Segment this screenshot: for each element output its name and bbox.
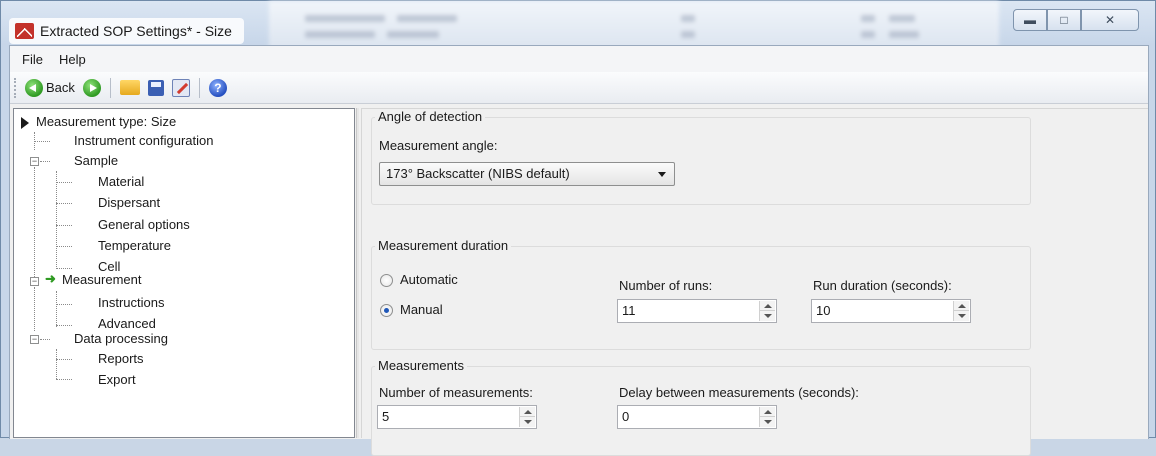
manual-radio[interactable] — [380, 304, 393, 317]
title-area: Extracted SOP Settings* - Size — [9, 18, 244, 44]
measurements-group: Measurements Number of measurements: 5 D… — [371, 358, 1031, 456]
menu-file[interactable]: File — [14, 52, 51, 67]
settings-panel: Angle of detection Measurement angle: 17… — [361, 108, 1148, 456]
current-item-pointer-icon — [21, 117, 29, 129]
close-icon: ✕ — [1104, 13, 1116, 27]
collapse-icon[interactable]: − — [30, 157, 39, 166]
tree-item-dispersant[interactable]: Dispersant — [98, 193, 160, 213]
manual-label[interactable]: Manual — [400, 302, 443, 317]
tree-item-instructions[interactable]: Instructions — [98, 293, 164, 313]
collapse-icon[interactable]: − — [30, 335, 39, 344]
group-title: Angle of detection — [375, 109, 486, 124]
title-bar: Extracted SOP Settings* - Size ▬ □ ✕ — [1, 1, 1155, 45]
measurement-angle-label: Measurement angle: — [379, 138, 498, 153]
edit-icon — [171, 78, 190, 97]
save-icon — [147, 79, 164, 96]
spinner-arrows-icon[interactable] — [759, 301, 775, 321]
measurement-duration-group: Measurement duration Automatic Manual Nu… — [371, 238, 1031, 350]
tree-item-material[interactable]: Material — [98, 172, 144, 192]
spinner-arrows-icon[interactable] — [759, 407, 775, 427]
angle-of-detection-group: Angle of detection Measurement angle: 17… — [371, 109, 1031, 205]
minimize-icon: ▬ — [1024, 13, 1036, 27]
delay-between-measurements-value: 0 — [622, 409, 630, 424]
settings-tree[interactable]: Measurement type: Size Instrument config… — [13, 108, 355, 438]
group-title: Measurements — [375, 358, 467, 373]
app-logo-icon — [15, 23, 34, 39]
spinner-arrows-icon[interactable] — [519, 407, 535, 427]
main-area: Measurement type: Size Instrument config… — [10, 105, 1148, 456]
window-controls: ▬ □ ✕ — [1013, 9, 1139, 31]
forward-arrow-icon — [82, 78, 101, 97]
help-icon: ? — [208, 78, 227, 97]
menu-help[interactable]: Help — [51, 52, 94, 67]
forward-button[interactable] — [81, 76, 103, 100]
spinner-arrows-icon[interactable] — [953, 301, 969, 321]
back-arrow-icon — [25, 78, 43, 97]
help-button[interactable]: ? — [207, 76, 229, 100]
close-button[interactable]: ✕ — [1081, 9, 1139, 31]
pane-splitter[interactable] — [356, 108, 359, 438]
measurement-angle-value: 173° Backscatter (NIBS default) — [386, 166, 570, 181]
open-button[interactable] — [118, 76, 142, 100]
delay-between-measurements-input[interactable]: 0 — [617, 405, 777, 429]
tree-item-reports[interactable]: Reports — [98, 349, 144, 369]
edit-button[interactable] — [170, 76, 192, 100]
toolbar-grip[interactable] — [14, 77, 17, 98]
delay-between-measurements-label: Delay between measurements (seconds): — [619, 385, 859, 400]
run-duration-input[interactable]: 10 — [811, 299, 971, 323]
window-title: Extracted SOP Settings* - Size — [40, 23, 232, 39]
tree-item-general-options[interactable]: General options — [98, 215, 190, 235]
tree-item-measurement-type[interactable]: Measurement type: Size — [36, 112, 176, 132]
number-of-runs-label: Number of runs: — [619, 278, 713, 293]
number-of-measurements-label: Number of measurements: — [379, 385, 533, 400]
collapse-icon[interactable]: − — [30, 277, 39, 286]
number-of-runs-value: 11 — [622, 303, 636, 318]
back-button[interactable]: Back — [23, 76, 77, 100]
client-area: File Help Back ? Measurement type: Size … — [9, 45, 1149, 456]
automatic-radio[interactable] — [380, 274, 393, 287]
number-of-runs-input[interactable]: 11 — [617, 299, 777, 323]
open-folder-icon — [119, 80, 140, 95]
maximize-icon: □ — [1060, 13, 1068, 27]
tree-item-sample[interactable]: Sample — [74, 151, 118, 171]
automatic-label[interactable]: Automatic — [400, 272, 458, 287]
tree-item-export[interactable]: Export — [98, 370, 136, 390]
tree-item-temperature[interactable]: Temperature — [98, 236, 171, 256]
maximize-button[interactable]: □ — [1047, 9, 1081, 31]
number-of-measurements-input[interactable]: 5 — [377, 405, 537, 429]
menu-bar: File Help — [10, 46, 1148, 72]
measurement-angle-select[interactable]: 173° Backscatter (NIBS default) — [379, 162, 675, 186]
run-duration-value: 10 — [816, 303, 831, 318]
toolbar-separator — [198, 77, 200, 98]
tree-item-data-processing[interactable]: Data processing — [74, 329, 168, 349]
current-step-arrow-icon: ➜ — [45, 271, 56, 286]
minimize-button[interactable]: ▬ — [1013, 9, 1047, 31]
window: Extracted SOP Settings* - Size ▬ □ ✕ Fil… — [0, 0, 1156, 456]
toolbar-separator — [109, 77, 111, 98]
dropdown-arrow-icon — [658, 172, 666, 177]
save-button[interactable] — [146, 76, 166, 100]
group-title: Measurement duration — [375, 238, 512, 253]
number-of-measurements-value: 5 — [382, 409, 390, 424]
back-label: Back — [46, 80, 75, 95]
tree-item-instrument-configuration[interactable]: Instrument configuration — [74, 131, 213, 151]
run-duration-label: Run duration (seconds): — [813, 278, 952, 293]
tree-item-measurement[interactable]: Measurement — [62, 270, 141, 290]
toolbar: Back ? — [10, 72, 1148, 104]
